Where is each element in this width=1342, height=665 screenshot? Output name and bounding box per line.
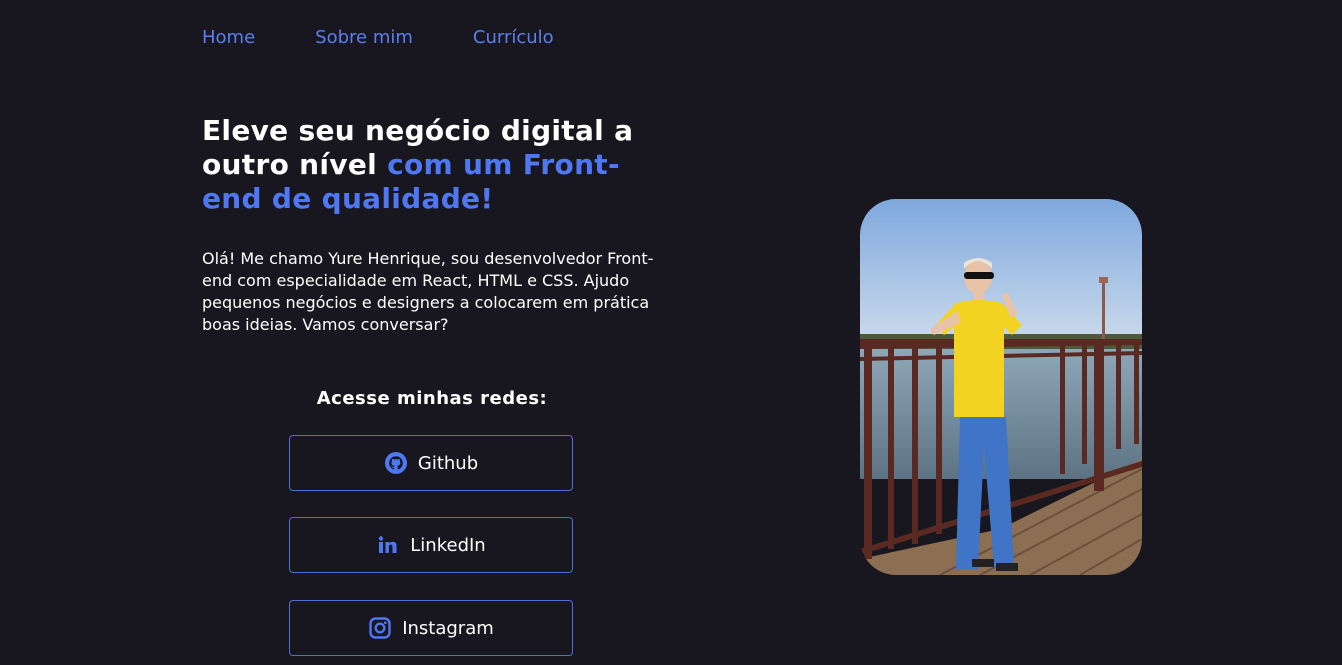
nav-item-curriculo[interactable]: Currículo (473, 26, 554, 50)
top-nav: Home Sobre mim Currículo (202, 26, 614, 50)
page: Home Sobre mim Currículo Eleve seu negóc… (0, 0, 1342, 665)
github-button-label: Github (417, 452, 479, 474)
instagram-icon (368, 616, 392, 640)
linkedin-icon (376, 533, 400, 557)
nav-item-sobre-mim[interactable]: Sobre mim (315, 26, 413, 50)
linkedin-button[interactable]: LinkedIn (289, 517, 573, 573)
nav-item-home[interactable]: Home (202, 26, 255, 50)
linkedin-button-label: LinkedIn (410, 534, 486, 556)
instagram-button[interactable]: Instagram (289, 600, 573, 656)
intro-paragraph: Olá! Me chamo Yure Henrique, sou desenvo… (202, 249, 654, 334)
github-icon (384, 451, 408, 475)
profile-photo (860, 199, 1142, 575)
instagram-button-label: Instagram (402, 617, 494, 639)
github-button[interactable]: Github (289, 435, 573, 491)
socials-title: Acesse minhas redes: (316, 388, 548, 409)
hero-headline: Eleve seu negócio digital a outro nível … (202, 114, 672, 216)
